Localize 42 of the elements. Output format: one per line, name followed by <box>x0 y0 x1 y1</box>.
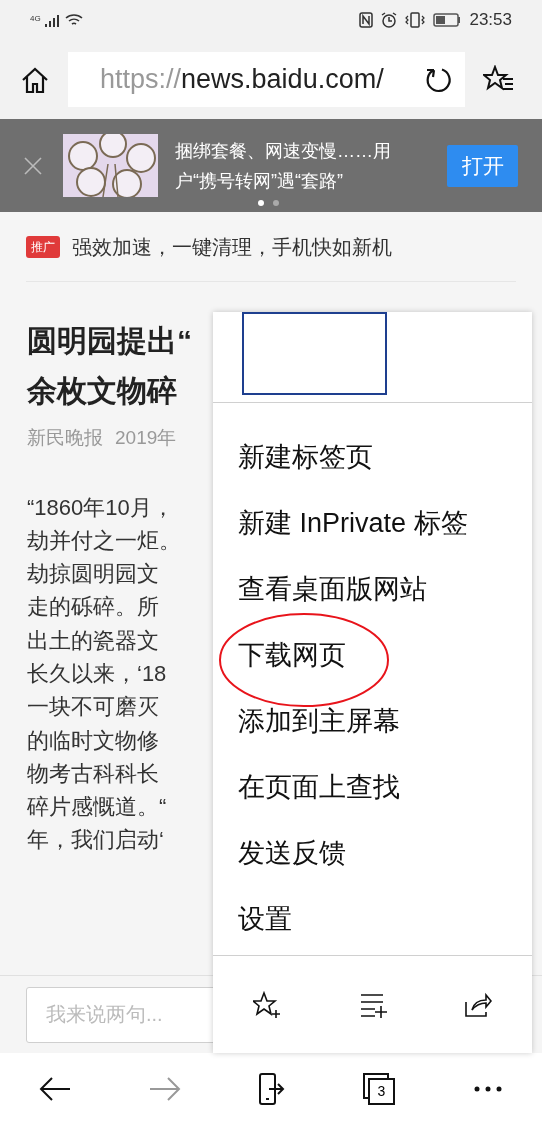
address-field[interactable]: https://news.baidu.com/ <box>68 52 465 107</box>
article-title: 圆明园提出“ <box>27 323 192 359</box>
article-source: 新民晚报 <box>27 426 103 450</box>
back-icon[interactable] <box>39 1077 71 1101</box>
article-text: 年，我们启动‘ <box>27 826 164 855</box>
share-icon[interactable] <box>464 991 492 1018</box>
close-icon[interactable] <box>24 156 42 175</box>
alarm-icon <box>381 12 398 28</box>
phone-share-icon[interactable] <box>259 1073 285 1105</box>
article-text: 长久以来，‘18 <box>27 660 167 688</box>
article-text: 出土的瓷器文 <box>27 626 159 655</box>
menu-item[interactable]: 查看桌面版网站 <box>238 568 427 610</box>
signal-icon <box>44 15 61 27</box>
banner-headline: 捆绑套餐、网速变慢……用户“携号转网”遇“套路” <box>175 139 392 193</box>
menu-item[interactable]: 在页面上查找 <box>238 766 400 808</box>
ad-badge: 推广 <box>26 235 60 258</box>
network-type: 4G <box>30 15 41 23</box>
article-text: 物考古科科长 <box>27 759 159 788</box>
nfc-icon <box>359 12 374 28</box>
menu-item[interactable]: 发送反馈 <box>238 832 346 874</box>
add-reading-list-icon[interactable] <box>358 991 387 1018</box>
article-text: 碎片感慨道。“ <box>27 793 167 822</box>
home-icon[interactable] <box>20 65 50 94</box>
menu-item[interactable]: 设置 <box>238 898 292 940</box>
vibrate-icon <box>405 12 426 28</box>
article-text: 走的砾碎。所 <box>27 593 159 622</box>
battery-icon <box>433 13 462 27</box>
article-text: 劫并付之一炬。 <box>27 526 181 555</box>
more-icon[interactable] <box>473 1085 503 1093</box>
menu-item[interactable]: 新建标签页 <box>238 436 373 478</box>
article-text: 一块不可磨灭 <box>27 693 159 722</box>
menu-item[interactable]: 新建 InPrivate 标签 <box>238 502 468 544</box>
article-date: 2019年 <box>115 426 177 450</box>
promo-link[interactable]: 强效加速，一键清理，手机快如新机 <box>72 231 392 262</box>
article-title: 余枚文物碎 <box>27 373 177 409</box>
article-text: “1860年10月， <box>27 493 174 522</box>
clock-time: 23:53 <box>469 9 512 32</box>
menu-item[interactable]: 添加到主屏幕 <box>238 700 400 742</box>
article-text: 的临时文物修 <box>27 726 159 755</box>
add-favorite-icon[interactable] <box>253 990 281 1019</box>
wifi-icon <box>64 13 83 27</box>
article-text: 劫掠圆明园文 <box>27 560 159 589</box>
